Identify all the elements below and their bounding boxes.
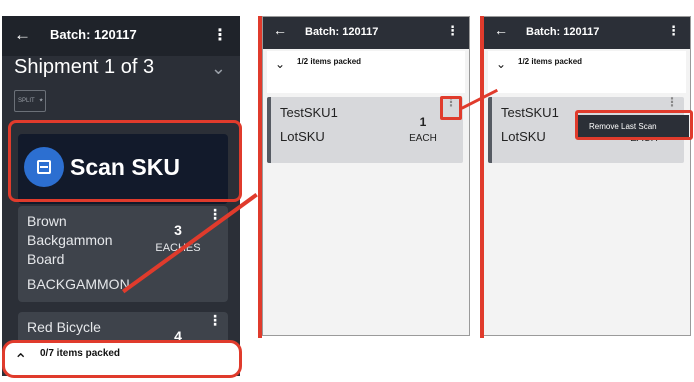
item-kebab-highlight xyxy=(440,96,462,120)
back-arrow-icon[interactable]: ← xyxy=(494,22,508,38)
packed-header[interactable]: ⌄ 1/2 items packed xyxy=(488,51,686,93)
item-sku: TestSKU1 xyxy=(501,105,559,120)
item-sku: TestSKU1 xyxy=(280,105,338,120)
back-arrow-icon[interactable]: ← xyxy=(14,25,31,45)
item-more-icon[interactable]: ⋮ xyxy=(208,312,222,329)
app-bar: ← Batch: 120117 ⋮ xyxy=(263,17,469,49)
back-arrow-icon[interactable]: ← xyxy=(273,22,287,38)
batch-title: Batch: 120117 xyxy=(305,26,379,38)
scan-sku-highlight xyxy=(8,120,242,202)
item-sku: BACKGAMMON xyxy=(27,276,130,292)
item-lot: LotSKU xyxy=(501,129,546,144)
chevron-down-icon[interactable]: ⌄ xyxy=(275,57,285,71)
item-more-icon[interactable]: ⋮ xyxy=(666,95,678,109)
more-options-icon[interactable]: ⋮ xyxy=(212,25,228,45)
packed-header[interactable]: ⌄ 1/2 items packed xyxy=(267,51,465,93)
packed-items-menu-screen: ← Batch: 120117 ⋮ ⌄ 1/2 items packed Tes… xyxy=(483,16,691,336)
callout-line xyxy=(258,16,262,338)
footer-highlight xyxy=(2,340,242,378)
menu-highlight xyxy=(575,110,693,140)
split-label: SPLIT xyxy=(18,98,35,104)
item-name: Brown Backgammon Board xyxy=(27,213,113,267)
callout-line xyxy=(480,16,484,338)
more-options-icon[interactable]: ⋮ xyxy=(667,23,680,39)
shipment-title: Shipment 1 of 3 xyxy=(14,56,155,78)
more-options-icon[interactable]: ⋮ xyxy=(446,23,459,39)
batch-title: Batch: 120117 xyxy=(50,27,137,42)
chevron-down-icon[interactable]: ⌄ xyxy=(211,58,226,79)
chevron-down-icon[interactable]: ⌄ xyxy=(496,57,506,71)
batch-title: Batch: 120117 xyxy=(526,26,600,38)
tutorial-composite: ← Batch: 120117 ⋮ Shipment 1 of 3 ⌄ SPLI… xyxy=(0,0,694,382)
packed-count: 1/2 items packed xyxy=(518,57,583,66)
app-bar: ← Batch: 120117 ⋮ xyxy=(484,17,690,49)
item-lot: LotSKU xyxy=(280,129,325,144)
split-button[interactable]: SPLIT ⋆ xyxy=(14,90,46,112)
packed-count: 1/2 items packed xyxy=(297,57,362,66)
item-qty: 1 xyxy=(419,115,427,129)
item-name: Red Bicycle xyxy=(27,319,101,335)
app-bar: ← Batch: 120117 ⋮ xyxy=(2,16,240,56)
packed-item-card[interactable]: TestSKU1 LotSKU 1 EACH ⋮ xyxy=(267,95,463,163)
item-unit: EACH xyxy=(409,133,437,144)
packed-items-screen: ← Batch: 120117 ⋮ ⌄ 1/2 items packed Tes… xyxy=(262,16,470,336)
split-icon: ⋆ xyxy=(38,95,45,106)
